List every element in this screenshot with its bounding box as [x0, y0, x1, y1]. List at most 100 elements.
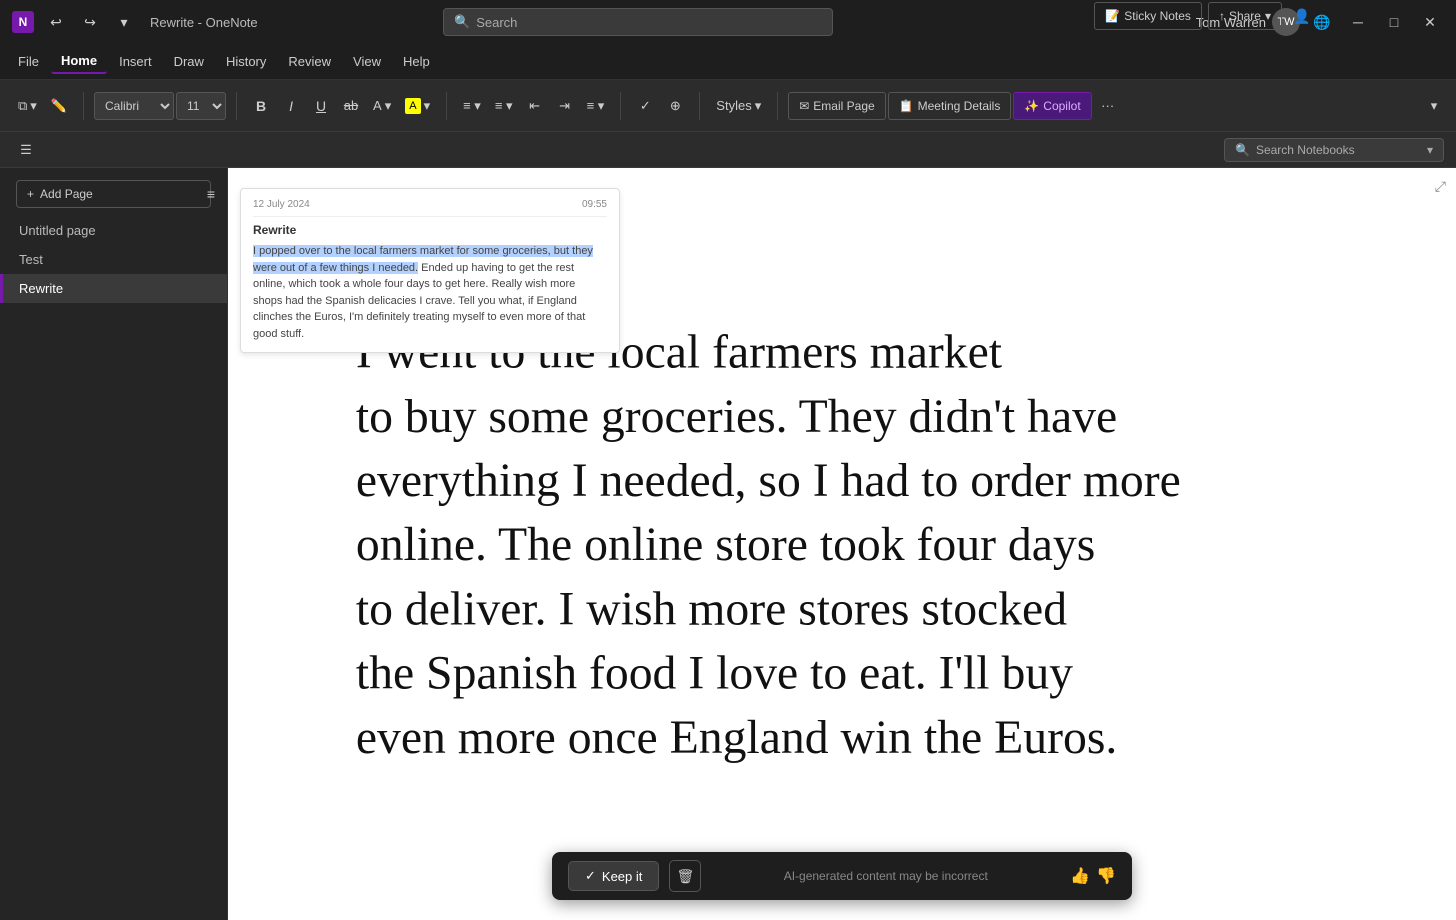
- font-color-button[interactable]: A ▾: [367, 92, 397, 120]
- discard-button[interactable]: 🗑: [669, 860, 701, 892]
- sidebar-item-untitled[interactable]: Untitled page: [0, 216, 227, 245]
- menu-review[interactable]: Review: [278, 50, 341, 73]
- menu-view[interactable]: View: [343, 50, 391, 73]
- svg-text:to buy some groceries. They di: to buy some groceries. They didn't have: [356, 391, 1117, 443]
- sort-pages-button[interactable]: ≡: [207, 186, 215, 202]
- ai-notice: AI-generated content may be incorrect: [711, 869, 1060, 883]
- main-layout: + Add Page ≡ Untitled page Test Rewrite …: [0, 168, 1456, 920]
- font-color-icon: A: [373, 98, 382, 113]
- formatting-group: B I U ab A ▾ A ▾: [243, 92, 440, 120]
- search-icon: 🔍: [454, 14, 470, 30]
- paste-eraser-button[interactable]: ✏️: [45, 92, 73, 120]
- menu-home[interactable]: Home: [51, 49, 107, 74]
- toolbar-collapse-button[interactable]: ▾: [1420, 92, 1448, 120]
- clipboard-icon: ⧉: [18, 98, 27, 114]
- svg-text:the Spanish food I love to eat: the Spanish food I love to eat. I'll buy: [356, 648, 1073, 700]
- sidebar-item-test[interactable]: Test: [0, 245, 227, 274]
- font-size-select[interactable]: 11: [176, 92, 226, 120]
- rewrite-card-text: I popped over to the local farmers marke…: [253, 243, 607, 342]
- trash-icon: 🗑: [677, 868, 695, 885]
- font-color-dropdown: ▾: [385, 98, 392, 114]
- minimize-button[interactable]: ─: [1344, 8, 1372, 36]
- email-icon: ✉: [799, 99, 809, 113]
- italic-button[interactable]: I: [277, 92, 305, 120]
- search-notebooks[interactable]: 🔍 Search Notebooks ▾: [1224, 138, 1444, 162]
- add-page-icon: +: [27, 187, 34, 201]
- close-button[interactable]: ✕: [1416, 8, 1444, 36]
- meeting-details-button[interactable]: 📋 Meeting Details: [888, 92, 1012, 120]
- more-button[interactable]: ···: [1094, 92, 1122, 120]
- add-page-label: Add Page: [40, 187, 93, 201]
- check-icon: ✓: [585, 868, 596, 884]
- sticky-notes-label: Sticky Notes: [1124, 9, 1191, 23]
- thumbs-down-icon: 👎: [1096, 868, 1116, 885]
- svg-text:to deliver. I wish more stores: to deliver. I wish more stores stocked: [356, 583, 1067, 635]
- page-label-untitled: Untitled page: [19, 223, 96, 238]
- menu-help[interactable]: Help: [393, 50, 440, 73]
- styles-button[interactable]: Styles ▾: [710, 92, 767, 120]
- clipboard-button[interactable]: ⧉ ▾: [12, 92, 43, 120]
- search-notebooks-icon: 🔍: [1235, 143, 1250, 157]
- strikethrough-button[interactable]: ab: [337, 92, 365, 120]
- svg-text:everything I needed, so I had: everything I needed, so I had to order m…: [356, 455, 1181, 507]
- styles-label: Styles: [716, 98, 751, 113]
- highlight-icon: A: [405, 98, 420, 114]
- rewrite-card-time: 09:55: [582, 199, 607, 210]
- bold-button[interactable]: B: [247, 92, 275, 120]
- undo-button[interactable]: ↩: [42, 8, 70, 36]
- handwriting-svg: I went to the local farmers market to bu…: [258, 308, 1426, 840]
- titlebar-controls-left: ↩ ↪ ▾: [42, 8, 138, 36]
- maximize-button[interactable]: □: [1380, 8, 1408, 36]
- menu-history[interactable]: History: [216, 50, 276, 73]
- account-button[interactable]: 👤: [1288, 2, 1316, 30]
- share-button[interactable]: ↑ Share ▾: [1208, 2, 1282, 30]
- styles-group: Styles ▾: [706, 92, 771, 120]
- sticky-notes-icon: 📝: [1105, 9, 1120, 23]
- tools-group: ✓ ⊕: [627, 92, 693, 120]
- search-notebooks-placeholder: Search Notebooks: [1256, 143, 1355, 157]
- dropdown-button[interactable]: ▾: [110, 8, 138, 36]
- sep-6: [777, 92, 778, 120]
- menu-draw[interactable]: Draw: [164, 50, 214, 73]
- list-group: ≡ ▾ ≡ ▾ ⇤ ⇥ ≡ ▾: [453, 92, 614, 120]
- keep-it-label: Keep it: [602, 869, 642, 884]
- keep-it-button[interactable]: ✓ Keep it: [568, 861, 659, 891]
- thumbs-up-button[interactable]: 👍: [1070, 866, 1090, 886]
- rewrite-card: 12 July 2024 09:55 Rewrite I popped over…: [240, 188, 620, 353]
- indent-button[interactable]: ⇥: [551, 92, 579, 120]
- hamburger-button[interactable]: ☰: [12, 136, 40, 164]
- underline-button[interactable]: U: [307, 92, 335, 120]
- meeting-icon: 📋: [899, 99, 914, 113]
- sticky-notes-button[interactable]: 📝 Sticky Notes: [1094, 2, 1202, 30]
- font-group: Calibri 11: [90, 92, 230, 120]
- meeting-details-label: Meeting Details: [918, 99, 1001, 113]
- expand-button[interactable]: ⤢: [1435, 178, 1446, 195]
- thumbs-up-icon: 👍: [1070, 868, 1090, 885]
- font-family-select[interactable]: Calibri: [94, 92, 174, 120]
- menu-insert[interactable]: Insert: [109, 50, 162, 73]
- sep-3: [446, 92, 447, 120]
- page-label-test: Test: [19, 252, 43, 267]
- search-box[interactable]: 🔍 Search: [443, 8, 833, 36]
- redo-button[interactable]: ↪: [76, 8, 104, 36]
- styles-dropdown-icon: ▾: [755, 98, 762, 114]
- clipboard-group: ⧉ ▾ ✏️: [8, 92, 77, 120]
- outdent-button[interactable]: ⇤: [521, 92, 549, 120]
- numbered-list-button[interactable]: ≡ ▾: [489, 92, 519, 120]
- email-page-button[interactable]: ✉ Email Page: [788, 92, 885, 120]
- rewrite-card-date: 12 July 2024: [253, 199, 310, 210]
- highlight-dropdown: ▾: [424, 98, 431, 114]
- check-button[interactable]: ✓: [631, 92, 659, 120]
- zoom-button[interactable]: ⊕: [661, 92, 689, 120]
- thumbs-down-button[interactable]: 👎: [1096, 866, 1116, 886]
- copilot-button[interactable]: ✨ Copilot: [1013, 92, 1091, 120]
- align-button[interactable]: ≡ ▾: [581, 92, 611, 120]
- highlight-button[interactable]: A ▾: [399, 92, 436, 120]
- bullet-list-button[interactable]: ≡ ▾: [457, 92, 487, 120]
- menu-file[interactable]: File: [8, 50, 49, 73]
- page-actions-group: ✉ Email Page 📋 Meeting Details ✨ Copilot…: [784, 92, 1125, 120]
- sidebar-item-rewrite[interactable]: Rewrite: [0, 274, 227, 303]
- app-title: Rewrite - OneNote: [150, 15, 258, 30]
- share-icon: ↑: [1219, 9, 1225, 23]
- add-page-button[interactable]: + Add Page: [16, 180, 211, 208]
